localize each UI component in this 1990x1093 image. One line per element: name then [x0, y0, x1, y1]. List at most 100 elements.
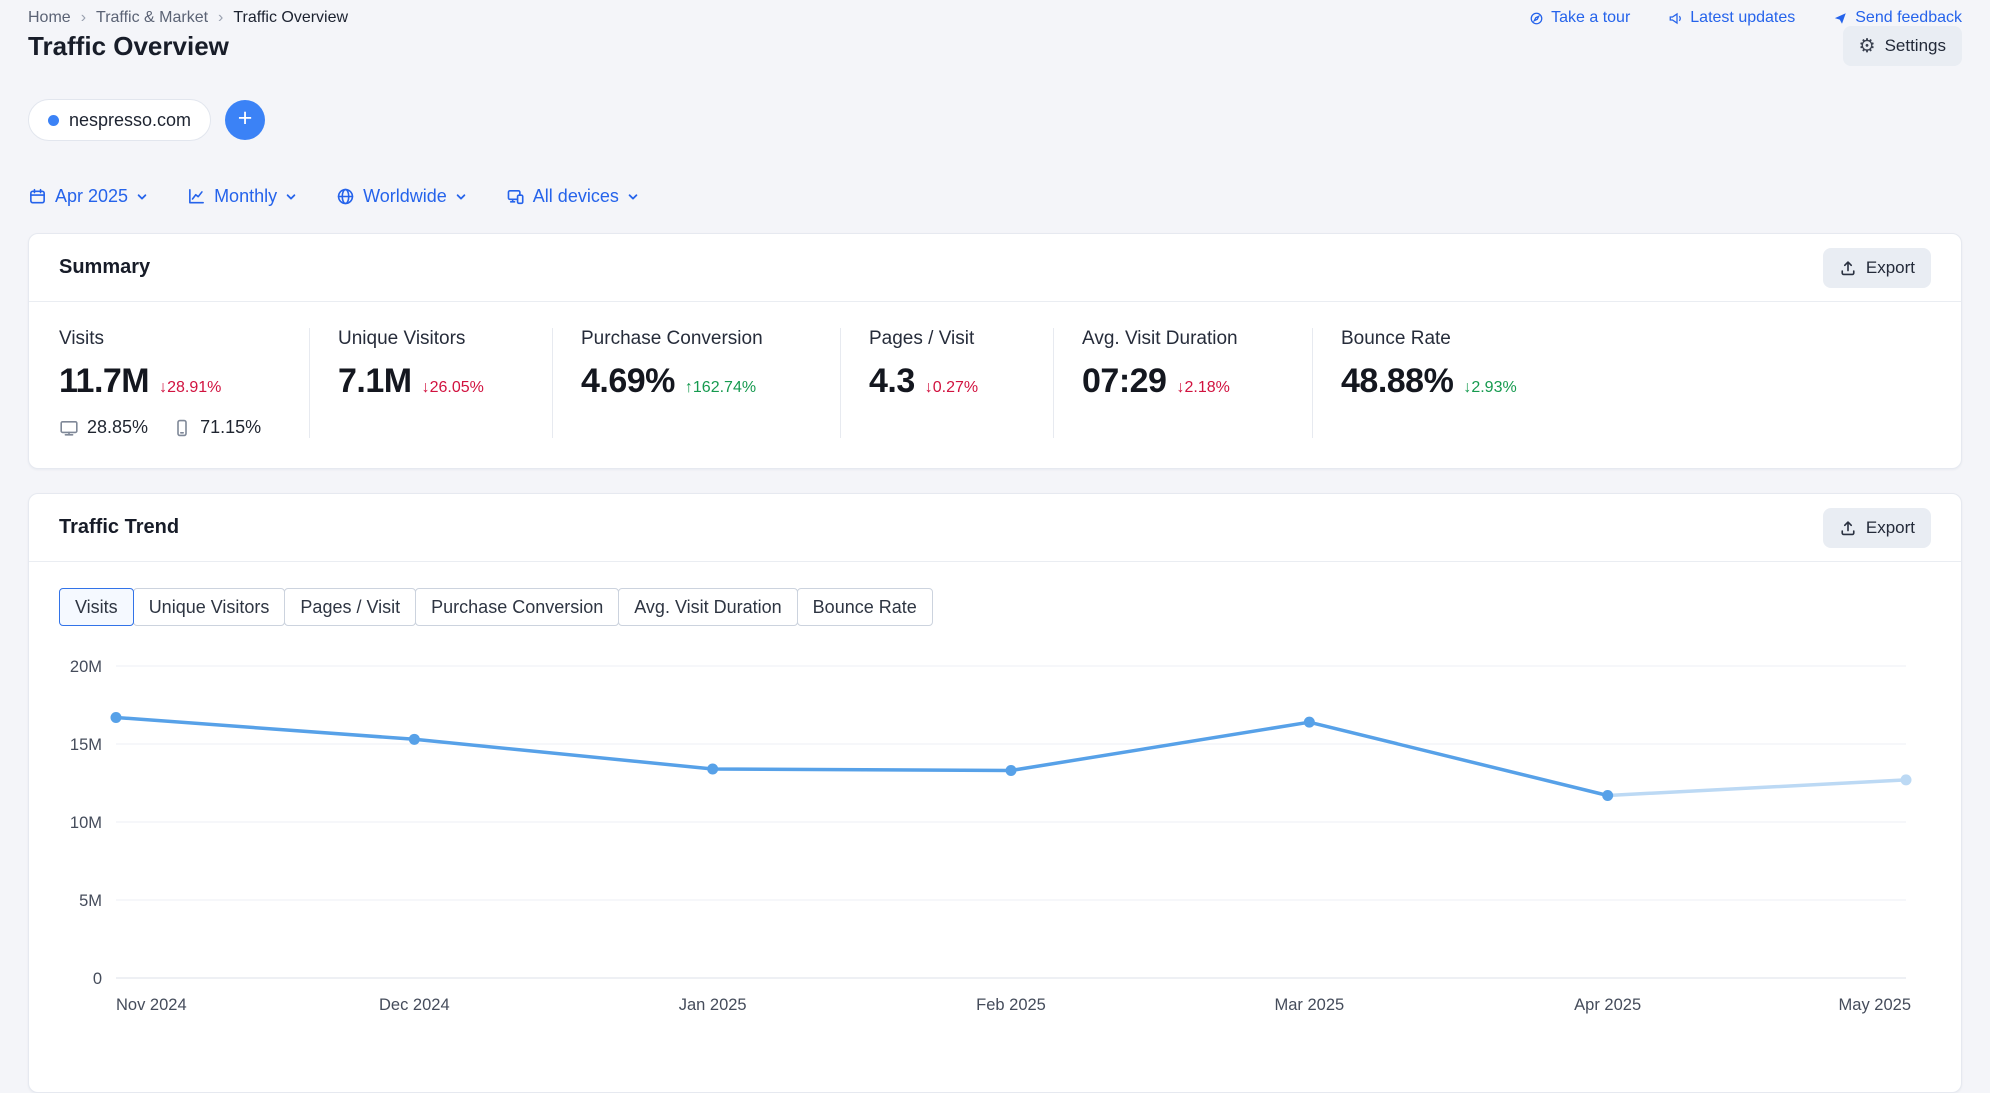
breadcrumb-home[interactable]: Home — [28, 9, 71, 27]
trend-tab-visits[interactable]: Visits — [59, 588, 134, 626]
metric-label: Visits — [59, 328, 309, 350]
settings-button[interactable]: ⚙ Settings — [1843, 26, 1962, 66]
location-filter[interactable]: Worldwide — [336, 186, 467, 207]
breadcrumb: Home › Traffic & Market › Traffic Overvi… — [28, 9, 348, 27]
granularity-filter[interactable]: Monthly — [187, 186, 297, 207]
chevron-down-icon — [285, 191, 297, 203]
chevron-down-icon — [455, 191, 467, 203]
y-tick-label: 0 — [93, 970, 102, 988]
latest-updates-link[interactable]: Latest updates — [1668, 9, 1795, 27]
x-tick-label: May 2025 — [1839, 996, 1911, 1014]
trend-line — [116, 718, 1608, 796]
metric-avg-visit-duration: Avg. Visit Duration 07:29 ↓2.18% — [1053, 328, 1312, 438]
filter-bar: Apr 2025 Monthly Worldwide All devices — [28, 186, 1962, 207]
devices-filter[interactable]: All devices — [506, 186, 639, 207]
metric-value: 4.69% — [581, 362, 675, 401]
trend-tab-pages-visit[interactable]: Pages / Visit — [284, 588, 416, 626]
metric-delta: ↑162.74% — [685, 379, 756, 397]
compass-icon — [1529, 11, 1544, 26]
send-feedback-link[interactable]: Send feedback — [1833, 9, 1962, 27]
calendar-icon — [28, 187, 47, 206]
y-tick-label: 10M — [70, 814, 102, 832]
trend-tab-unique-visitors[interactable]: Unique Visitors — [133, 588, 286, 626]
devices-icon — [506, 187, 525, 206]
settings-label: Settings — [1885, 36, 1946, 56]
metric-purchase-conversion: Purchase Conversion 4.69% ↑162.74% — [552, 328, 840, 438]
y-tick-label: 5M — [79, 892, 102, 910]
summary-card: Summary Export Visits 11.7M ↓28.91% 28.8… — [28, 233, 1962, 469]
metric-label: Unique Visitors — [338, 328, 552, 350]
page-title: Traffic Overview — [28, 29, 229, 63]
metric-label: Avg. Visit Duration — [1082, 328, 1312, 350]
trend-point[interactable] — [1006, 765, 1017, 776]
chevron-down-icon — [627, 191, 639, 203]
y-tick-label: 20M — [70, 658, 102, 676]
metric-pages-per-visit: Pages / Visit 4.3 ↓0.27% — [840, 328, 1053, 438]
take-a-tour-link[interactable]: Take a tour — [1529, 9, 1630, 27]
metric-delta: ↓28.91% — [159, 379, 221, 397]
x-tick-label: Apr 2025 — [1574, 996, 1641, 1014]
trend-point[interactable] — [1901, 774, 1912, 785]
traffic-trend-chart[interactable]: 05M10M15M20MNov 2024Dec 2024Jan 2025Feb … — [29, 494, 1962, 1093]
y-tick-label: 15M — [70, 736, 102, 754]
devices-filter-label: All devices — [533, 186, 619, 207]
x-tick-label: Dec 2024 — [379, 996, 450, 1014]
trend-point[interactable] — [1602, 790, 1613, 801]
breadcrumb-separator-icon: › — [81, 9, 86, 27]
globe-icon — [336, 187, 355, 206]
trend-point[interactable] — [409, 734, 420, 745]
x-tick-label: Mar 2025 — [1274, 996, 1344, 1014]
desktop-share: 28.85% — [87, 417, 148, 438]
metric-label: Pages / Visit — [869, 328, 1053, 350]
location-filter-label: Worldwide — [363, 186, 447, 207]
metric-label: Purchase Conversion — [581, 328, 840, 350]
trend-tab-purchase-conversion[interactable]: Purchase Conversion — [415, 588, 619, 626]
mobile-share: 71.15% — [200, 417, 261, 438]
top-link-label: Send feedback — [1855, 9, 1962, 27]
date-filter-label: Apr 2025 — [55, 186, 128, 207]
metric-delta: ↓2.18% — [1176, 379, 1229, 397]
metric-visits: Visits 11.7M ↓28.91% 28.85% 71.15% — [59, 328, 309, 438]
metric-bounce-rate: Bounce Rate 48.88% ↓2.93% — [1312, 328, 1931, 438]
traffic-trend-card: Traffic Trend Export VisitsUnique Visito… — [28, 493, 1962, 1093]
mobile-icon — [172, 418, 192, 438]
metric-value: 4.3 — [869, 362, 915, 401]
plus-icon: + — [238, 106, 253, 131]
summary-title: Summary — [59, 256, 150, 279]
breadcrumb-traffic-market[interactable]: Traffic & Market — [96, 9, 208, 27]
granularity-icon — [187, 187, 206, 206]
export-icon — [1839, 259, 1857, 277]
granularity-filter-label: Monthly — [214, 186, 277, 207]
domain-chip[interactable]: nespresso.com — [28, 99, 211, 141]
top-link-label: Take a tour — [1551, 9, 1630, 27]
trend-tab-avg-visit-duration[interactable]: Avg. Visit Duration — [618, 588, 797, 626]
metric-value: 11.7M — [59, 362, 149, 401]
domain-color-dot — [48, 115, 59, 126]
gear-icon: ⚙ — [1859, 37, 1876, 56]
x-tick-label: Nov 2024 — [116, 996, 187, 1014]
metric-delta: ↓26.05% — [422, 379, 484, 397]
megaphone-icon — [1668, 11, 1683, 26]
trend-point[interactable] — [111, 712, 122, 723]
summary-export-button[interactable]: Export — [1823, 248, 1931, 288]
metric-value: 07:29 — [1082, 362, 1166, 401]
metric-value: 7.1M — [338, 362, 412, 401]
trend-point[interactable] — [707, 763, 718, 774]
trend-point[interactable] — [1304, 717, 1315, 728]
desktop-icon — [59, 418, 79, 438]
add-competitor-button[interactable]: + — [225, 100, 265, 140]
trend-tab-bounce-rate[interactable]: Bounce Rate — [797, 588, 933, 626]
metric-unique-visitors: Unique Visitors 7.1M ↓26.05% — [309, 328, 552, 438]
export-label: Export — [1866, 258, 1915, 278]
metric-value: 48.88% — [1341, 362, 1453, 401]
trend-line-forecast — [1608, 780, 1906, 796]
date-filter[interactable]: Apr 2025 — [28, 186, 148, 207]
trend-metric-tabs: VisitsUnique VisitorsPages / VisitPurcha… — [59, 588, 1931, 626]
metric-label: Bounce Rate — [1341, 328, 1931, 350]
metric-delta: ↓2.93% — [1463, 379, 1516, 397]
paper-plane-icon — [1833, 11, 1848, 26]
x-tick-label: Jan 2025 — [679, 996, 747, 1014]
chevron-down-icon — [136, 191, 148, 203]
summary-metrics: Visits 11.7M ↓28.91% 28.85% 71.15% — [29, 302, 1961, 468]
breadcrumb-separator-icon: › — [218, 9, 223, 27]
